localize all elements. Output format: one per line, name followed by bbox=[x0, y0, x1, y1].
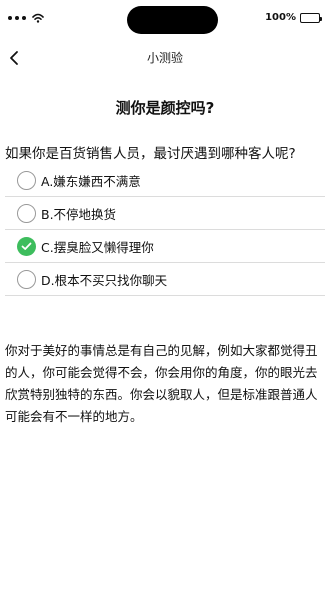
battery-icon bbox=[300, 12, 322, 23]
radio-button[interactable] bbox=[17, 269, 36, 289]
option-label: D.根本不买只找你聊天 bbox=[41, 272, 168, 288]
battery-percentage: 100% bbox=[265, 12, 296, 23]
option-a[interactable]: A.嫌东嫌西不满意 bbox=[5, 164, 325, 197]
quiz-screen: 100% 小测验 测你是颜控吗? 如果你是百货销售人员，最讨厌遇到哪种客人呢? … bbox=[0, 0, 330, 596]
wifi-icon bbox=[32, 13, 44, 23]
signal-indicator bbox=[8, 12, 44, 24]
radio-button[interactable] bbox=[17, 203, 36, 223]
options-list: A.嫌东嫌西不满意 B.不停地换货 C.摆臭脸又懒得理你 D.根本不买只找你聊天 bbox=[5, 164, 325, 296]
question-text: 如果你是百货销售人员，最讨厌遇到哪种客人呢? bbox=[5, 146, 296, 162]
signal-dot bbox=[15, 16, 19, 20]
checkmark-icon bbox=[21, 242, 32, 250]
option-c[interactable]: C.摆臭脸又懒得理你 bbox=[5, 230, 325, 263]
signal-dot bbox=[8, 16, 12, 20]
radio-button-checked[interactable] bbox=[17, 236, 36, 256]
option-d[interactable]: D.根本不买只找你聊天 bbox=[5, 263, 325, 296]
option-label: B.不停地换货 bbox=[41, 206, 117, 222]
nav-title: 小测验 bbox=[146, 51, 183, 65]
quiz-title: 测你是颜控吗? bbox=[115, 99, 215, 117]
dynamic-island bbox=[127, 6, 218, 34]
option-label: C.摆臭脸又懒得理你 bbox=[41, 239, 154, 255]
status-bar: 100% bbox=[0, 0, 330, 34]
result-explanation: 你对于美好的事情总是有自己的见解，例如大家都觉得丑的人，你可能会觉得不会，你会用… bbox=[5, 343, 318, 424]
signal-dot bbox=[22, 16, 26, 20]
battery-status: 100% bbox=[265, 12, 322, 23]
option-b[interactable]: B.不停地换货 bbox=[5, 197, 325, 230]
radio-button[interactable] bbox=[17, 170, 36, 190]
nav-bar: 小测验 bbox=[0, 40, 330, 76]
option-label: A.嫌东嫌西不满意 bbox=[41, 173, 141, 189]
